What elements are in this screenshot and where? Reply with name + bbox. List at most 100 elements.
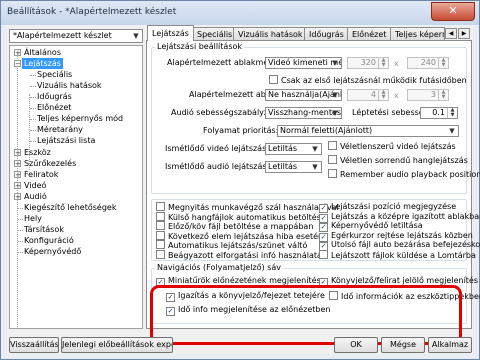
tree-item-altalanos[interactable]: Általános — [24, 47, 61, 58]
repeat-video-value: Letiltás — [268, 144, 298, 153]
spin-arrows-icon[interactable]: ▲ ▼ — [378, 90, 388, 100]
title-bar[interactable]: Beállítások - *Alapértelmezett készlet ✕ — [1, 1, 479, 25]
ratio-separator: x — [394, 91, 399, 100]
expand-icon[interactable]: + — [14, 49, 21, 57]
spin-arrows-icon[interactable]: ▲ ▼ — [438, 90, 448, 100]
option-right-label-4: Utolsó fájl auto bezárása befejezéskor — [331, 240, 480, 249]
priority-label: Folyamat prioritás: — [203, 126, 279, 135]
audio-speed-select[interactable]: Visszhang-mentes ▼ — [265, 107, 342, 119]
tree-item-vizualis-hatasok[interactable]: Vizuális hatások — [37, 80, 102, 91]
checkbox-icon — [269, 75, 278, 84]
tree-item-elonezet[interactable]: Előnézet — [37, 102, 71, 113]
tree-connector — [18, 208, 23, 209]
spin-arrows-icon[interactable]: ▲ ▼ — [438, 58, 448, 68]
priority-value: Normál feletti(Ajánlott) — [280, 126, 373, 135]
nav-thumbnails-checkbox[interactable]: ✓ Miniatűrök előnézetének megjelenítése — [156, 276, 326, 287]
tree-item-eszkoz[interactable]: Eszköz — [24, 147, 51, 158]
ratio-height-spin[interactable]: 3 ▲ ▼ — [407, 89, 449, 101]
repeat-video-select[interactable]: Letiltás ▼ — [265, 143, 322, 155]
checkbox-icon: ✓ — [166, 293, 175, 302]
checkbox-icon — [156, 249, 165, 259]
window-height-value: 240 — [420, 58, 436, 67]
profile-select[interactable]: *Alapértelmezett készlet ▼ — [9, 29, 143, 43]
size-separator: x — [394, 59, 399, 68]
expand-icon[interactable]: + — [14, 149, 21, 157]
tree-connector — [30, 86, 36, 87]
tree-connector — [18, 219, 23, 220]
tab-idougras[interactable]: Időugrás — [304, 27, 349, 40]
tab-teljes-kepernyos-mod[interactable]: Teljes képernyős mó — [390, 27, 445, 40]
tree-connector — [30, 130, 36, 131]
apply-button[interactable]: Alkalmaz — [428, 337, 472, 353]
tree-connector — [18, 252, 23, 253]
ok-button[interactable]: OK — [334, 337, 378, 353]
chevron-right-icon[interactable]: ▶ — [458, 28, 470, 39]
option-right-label-2: Képernyővédő letiltása — [331, 221, 423, 230]
tree-item-idougras[interactable]: Időugrás — [37, 91, 72, 102]
cancel-button[interactable]: Mégse — [381, 337, 425, 353]
remember-autoplay-checkbox[interactable]: Remember audio playback position — [328, 169, 480, 180]
tree-item-hely[interactable]: Hely — [24, 213, 42, 224]
tree-item-kepernyovedo[interactable]: Képernyővédő — [24, 246, 81, 257]
tree-item-kiegeszito-lehetosegek[interactable]: Kiegészítő lehetőségek — [24, 202, 116, 213]
nav-snap-chapter-checkbox[interactable]: ✓ Igazítás a könyvjelző/fejezet tetejére — [166, 291, 325, 302]
random-playlist-checkbox[interactable]: Véletlen sorrendű hanglejátszás — [328, 155, 468, 166]
option-right-label-0: Lejátszási pozíció megjegyzése — [331, 202, 457, 211]
only-first-file-checkbox[interactable]: Csak az első lejátszásnál működik futási… — [269, 75, 467, 86]
window-title: Beállítások - *Alapértelmezett készlet — [7, 7, 177, 17]
tree-item-feliratok[interactable]: Feliratok — [24, 169, 58, 180]
expand-icon[interactable]: + — [14, 182, 21, 190]
priority-select[interactable]: Normál feletti(Ajánlott) ▼ — [277, 125, 459, 137]
chevron-left-icon[interactable]: ◀ — [445, 28, 457, 39]
option-right-checkbox-5[interactable]: Lejátszott fájlok küldése a Lomtárba — [319, 249, 476, 261]
tree-item-video[interactable]: Videó — [24, 180, 46, 191]
checkbox-icon: ✓ — [156, 278, 165, 287]
ratio-width-value: 4 — [370, 90, 376, 99]
nav-bookmark-marker-checkbox[interactable]: ✓ Könyvjelző/felirat jelölő megjelenítés — [319, 276, 478, 287]
default-window-2-select[interactable]: Ne használja(Ajánl ▼ — [265, 89, 342, 101]
spin-arrows-icon[interactable]: ▲ ▼ — [378, 58, 388, 68]
tree-item-lejatszas[interactable]: Lejátszás — [22, 58, 63, 69]
tree-item-audio[interactable]: Audió — [24, 191, 47, 202]
tree-item-szurokezeles[interactable]: Szűrőkezelés — [24, 158, 76, 169]
window-width-spin[interactable]: 320 ▲ ▼ — [347, 57, 389, 69]
tab-lejatszas[interactable]: Lejátszás — [147, 25, 194, 41]
reset-button[interactable]: Visszaállítás — [9, 337, 59, 353]
nav-time-tooltip-label: Idő információk az eszköztippekben — [341, 292, 480, 301]
checkbox-icon — [156, 240, 165, 249]
option-left-label-5: Beágyazott elforgatási infó használata — [168, 250, 322, 260]
tab-elonezet[interactable]: Előnézet — [347, 27, 392, 40]
chevron-down-icon: ▼ — [133, 32, 139, 40]
settings-tree[interactable]: + Általános − Lejátszás Speciális Vizuál… — [9, 45, 143, 329]
window-height-spin[interactable]: 240 ▲ ▼ — [407, 57, 449, 69]
expand-icon[interactable]: + — [14, 171, 21, 179]
ratio-width-spin[interactable]: 4 ▲ ▼ — [347, 89, 389, 101]
step-speed-spin[interactable]: 0.1 ▲ ▼ — [420, 107, 458, 119]
tree-item-meretarany[interactable]: Méretarány — [37, 124, 83, 135]
nav-time-preview-checkbox[interactable]: ✓ Idő info megjelenítése az előnézetben — [166, 305, 331, 316]
checkbox-icon — [156, 211, 165, 221]
expand-icon[interactable]: + — [14, 160, 21, 168]
collapse-icon[interactable]: − — [14, 60, 21, 68]
checkbox-icon — [319, 249, 328, 259]
option-left-checkbox-5[interactable]: Beágyazott elforgatási infó használata — [156, 249, 322, 261]
spin-arrows-icon[interactable]: ▲ ▼ — [447, 108, 457, 118]
tree-item-lejatszasi-lista[interactable]: Lejátszási lista — [37, 135, 95, 146]
tree-connector — [30, 119, 36, 120]
option-right-label-1: Lejátszás a középre igazított ablakban — [331, 211, 480, 221]
tree-item-teljes-kepernyos-mod[interactable]: Teljes képernyős mód — [37, 113, 123, 124]
default-window-select[interactable]: Videó kimeneti mé ▼ — [265, 57, 342, 69]
remember-autoplay-label: Remember audio playback position — [340, 170, 480, 179]
expand-icon[interactable]: + — [14, 193, 21, 201]
nav-time-tooltip-checkbox[interactable]: Idő információk az eszköztippekben — [329, 291, 480, 302]
close-button[interactable]: ✕ — [431, 2, 475, 21]
tree-item-konfiguracio[interactable]: Konfiguráció — [24, 235, 74, 246]
tree-item-tarsitasok[interactable]: Társítások — [24, 224, 64, 235]
tab-specialis[interactable]: Speciális — [192, 27, 238, 40]
tree-item-specialis[interactable]: Speciális — [37, 69, 72, 80]
chevron-down-icon: ▼ — [312, 163, 318, 171]
export-presets-button[interactable]: Jelenlegi előbeállítások exportálása — [61, 337, 173, 353]
repeat-audio-select[interactable]: Letiltás ▼ — [265, 161, 322, 173]
random-video-checkbox[interactable]: Véletlenszerű videó lejátszás — [328, 141, 456, 152]
tab-vizualis-hatasok[interactable]: Vizuális hatások — [233, 27, 308, 40]
